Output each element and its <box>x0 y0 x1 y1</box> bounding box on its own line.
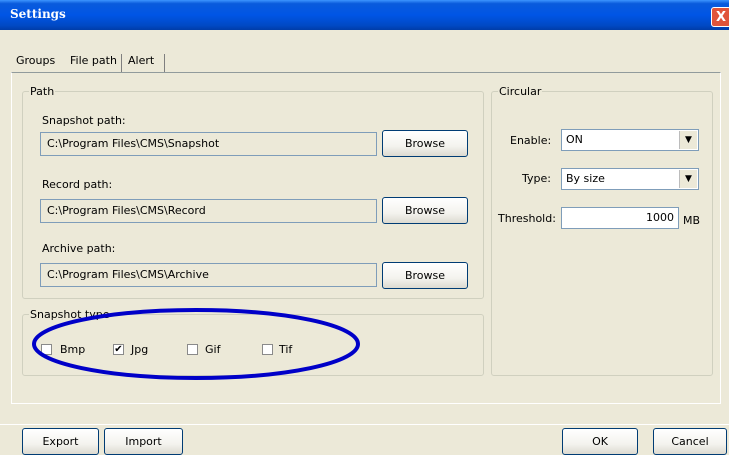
chevron-down-icon[interactable]: ▼ <box>679 131 697 149</box>
type-label: Type: <box>522 172 551 185</box>
threshold-label: Threshold: <box>498 212 556 225</box>
chevron-down-icon[interactable]: ▼ <box>679 170 697 188</box>
enable-label: Enable: <box>510 134 552 147</box>
ok-button[interactable]: OK <box>562 428 638 455</box>
circular-group-legend: Circular <box>499 85 542 98</box>
type-select[interactable]: By size ▼ <box>561 168 699 190</box>
threshold-unit: MB <box>683 214 701 227</box>
settings-window: Settings X Groups File path Alert Path S… <box>0 0 729 455</box>
export-button[interactable]: Export <box>22 428 99 455</box>
threshold-input[interactable]: 1000 <box>561 207 679 229</box>
type-value: By size <box>566 172 605 185</box>
import-button[interactable]: Import <box>104 428 183 455</box>
enable-value: ON <box>566 133 583 146</box>
cancel-button[interactable]: Cancel <box>653 428 727 455</box>
enable-select[interactable]: ON ▼ <box>561 129 699 151</box>
